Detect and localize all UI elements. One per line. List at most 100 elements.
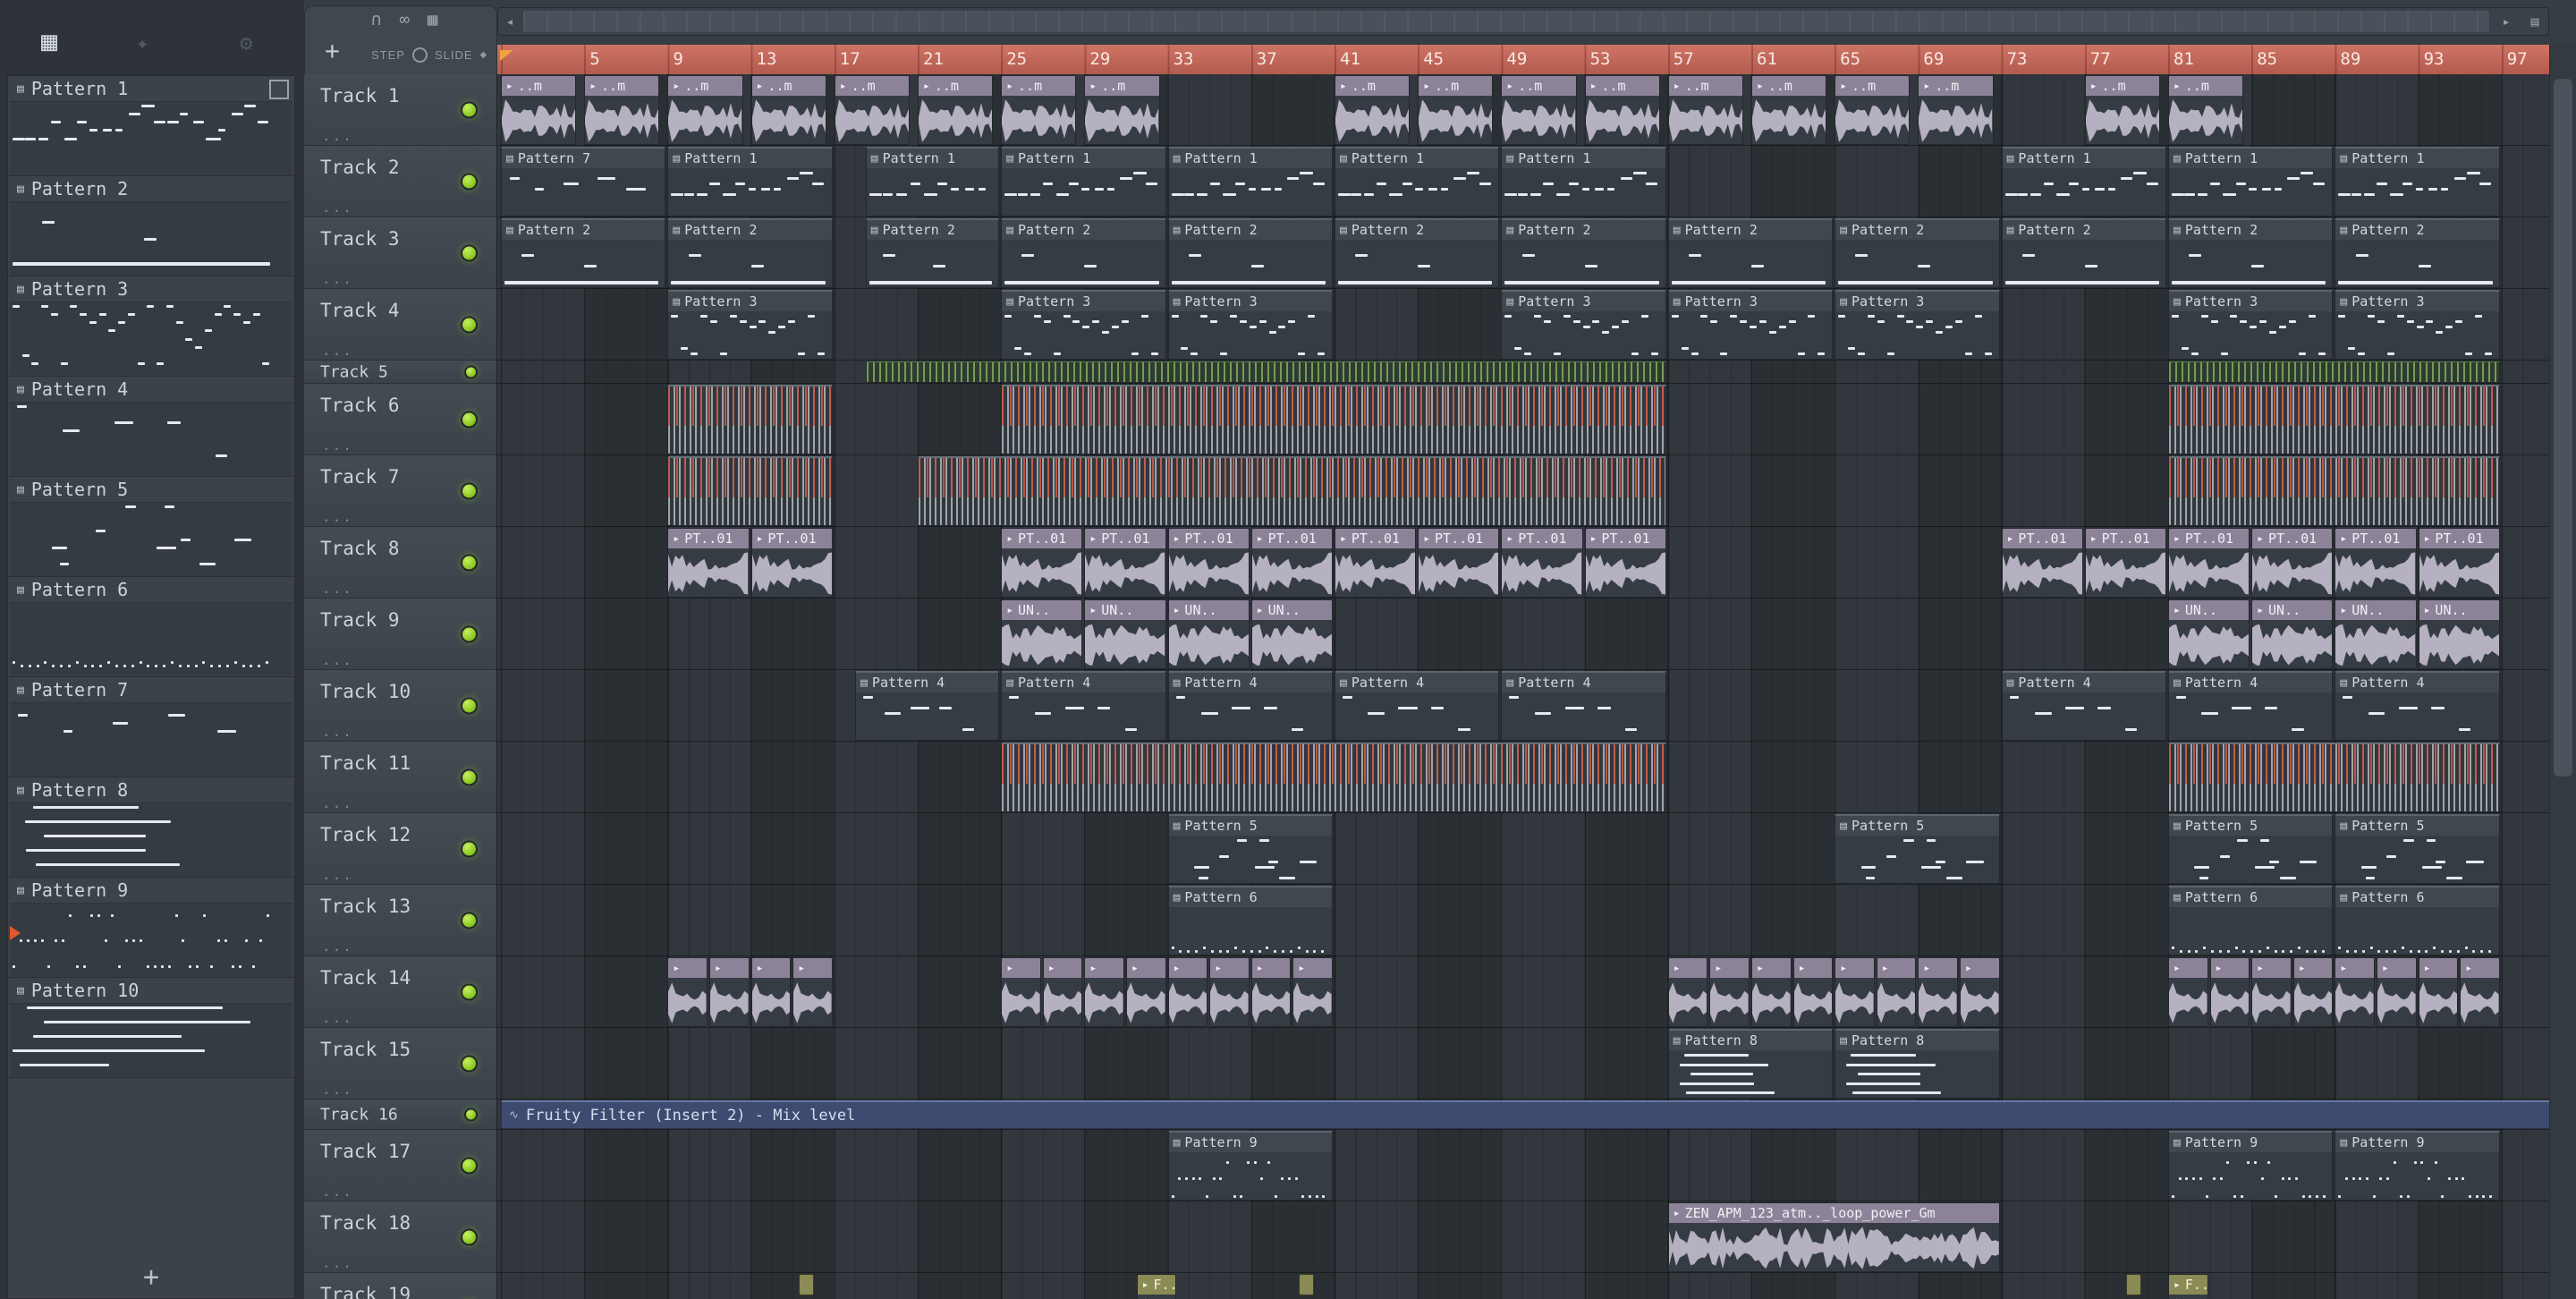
audio-clip[interactable]: ▸	[1126, 957, 1166, 1027]
automation-clip[interactable]: ∿ Fruity Filter (Insert 2) - Mix level	[501, 1100, 2549, 1129]
audio-clip[interactable]: ▸ PT..01	[1584, 528, 1666, 598]
pattern-item[interactable]: ▤ Pattern 10	[8, 978, 294, 1078]
pattern-options-badge[interactable]	[269, 80, 289, 99]
track-mute-led[interactable]	[461, 768, 478, 785]
pattern-clip[interactable]: ▤ Pattern 4	[1001, 671, 1166, 741]
audio-clip[interactable]: ▸ PT..01	[2001, 528, 2083, 598]
audio-clip[interactable]: ▸ ..m	[1084, 75, 1160, 145]
vertical-scrollbar[interactable]	[2549, 45, 2576, 1299]
pattern-clip[interactable]: ▤ Pattern 2	[501, 218, 666, 288]
green-note-strip[interactable]	[2168, 361, 2500, 383]
green-note-strip[interactable]	[865, 361, 1666, 383]
audio-clip[interactable]: ▸	[1751, 957, 1792, 1027]
pattern-clip[interactable]: ▤ Pattern 2	[865, 218, 1000, 288]
pattern-clip[interactable]: ▤ Pattern 1	[1335, 147, 1500, 216]
audio-clip[interactable]: ▸ PT..01	[1335, 528, 1417, 598]
track-mute-led[interactable]	[461, 840, 478, 857]
add-track-button[interactable]: +	[325, 38, 340, 64]
pattern-item[interactable]: ▤ Pattern 3	[8, 276, 294, 377]
pattern-clip[interactable]: ▤ Pattern 9	[2334, 1131, 2500, 1201]
audio-clip[interactable]: ▸	[2168, 957, 2208, 1027]
scroll-menu-icon[interactable]: ▤	[2523, 8, 2546, 35]
audio-clip[interactable]: ▸ PT..01	[1418, 528, 1500, 598]
pattern-clip[interactable]: ▤ Pattern 8	[1667, 1029, 1834, 1099]
pattern-item[interactable]: ▤ Pattern 4	[8, 377, 294, 477]
audio-clip[interactable]: ▸	[792, 957, 833, 1027]
dense-note-clip[interactable]	[2168, 385, 2500, 454]
track-mute-led[interactable]	[461, 173, 478, 190]
playlist-grid[interactable]: ▸ ..m ▸ ..m ▸ ..m ▸ ..m ▸ ..m ▸ ..m ▸ ..m ▸ ..m ▸ ..m ▸ ..m…	[497, 74, 2549, 1299]
dense-note-clip[interactable]	[2168, 456, 2500, 526]
pattern-clip[interactable]: ▤ Pattern 3	[2168, 290, 2334, 360]
track-header[interactable]: Track 1...	[304, 74, 496, 146]
track-header[interactable]: Track 11...	[304, 742, 496, 813]
track-header[interactable]: Track 12...	[304, 813, 496, 885]
track-header[interactable]: Track 6...	[304, 384, 496, 455]
mini-clip[interactable]	[799, 1274, 814, 1295]
audio-clip[interactable]: ▸	[1084, 957, 1124, 1027]
audio-clip[interactable]: ▸F..in	[2168, 1274, 2208, 1299]
pattern-clip[interactable]: ▤ Pattern 7	[501, 147, 666, 216]
audio-clip[interactable]: ▸ PT..01	[2168, 528, 2250, 598]
scroll-right-icon[interactable]: ▸	[2495, 8, 2518, 35]
track-mute-led[interactable]	[461, 1157, 478, 1174]
picker-panel-icon[interactable]: ▦	[428, 12, 437, 29]
track-header[interactable]: Track 18...	[304, 1201, 496, 1273]
track-mute-led[interactable]	[461, 1228, 478, 1245]
audio-clip[interactable]: ▸ ..m	[1584, 75, 1660, 145]
audio-clip[interactable]: ▸ ..m	[1667, 75, 1743, 145]
pattern-clip[interactable]: ▤ Pattern 3	[667, 290, 833, 360]
pattern-clip[interactable]: ▤ Pattern 2	[2334, 218, 2500, 288]
pattern-clip[interactable]: ▤ Pattern 4	[1501, 671, 1666, 741]
pattern-clip[interactable]: ▤ Pattern 1	[2334, 147, 2500, 216]
audio-clip[interactable]: ▸	[2460, 957, 2500, 1027]
dense-note-clip[interactable]	[918, 456, 1666, 526]
pattern-item[interactable]: ▤ Pattern 2	[8, 176, 294, 276]
track-mute-led[interactable]	[461, 697, 478, 714]
track-header[interactable]: Track 5	[304, 361, 496, 384]
audio-clip[interactable]: ▸ UN..	[1250, 599, 1333, 669]
audio-clip[interactable]: ▸ ..m	[1835, 75, 1911, 145]
audio-clip[interactable]: ▸	[1292, 957, 1333, 1027]
pattern-item[interactable]: ▤ Pattern 1	[8, 76, 294, 176]
track-mute-led[interactable]	[461, 554, 478, 571]
pattern-clip[interactable]: ▤ Pattern 1	[1501, 147, 1666, 216]
audio-clip[interactable]: ▸	[2334, 957, 2375, 1027]
track-mute-led[interactable]	[464, 365, 478, 378]
magnet-icon[interactable]: ∩	[371, 12, 381, 29]
dense-note-clip[interactable]	[2168, 743, 2500, 812]
track-mute-led[interactable]	[464, 1108, 478, 1121]
audio-clip[interactable]: ▸ PT..01	[2418, 528, 2500, 598]
track-header[interactable]: Track 4...	[304, 289, 496, 361]
track-mute-led[interactable]	[461, 983, 478, 1000]
pattern-clip[interactable]: ▤ Pattern 2	[1335, 218, 1500, 288]
add-pattern-button[interactable]: +	[8, 1261, 294, 1293]
dense-note-clip[interactable]	[667, 385, 833, 454]
pattern-clip[interactable]: ▤ Pattern 2	[1667, 218, 1834, 288]
audio-clip[interactable]: ▸	[1918, 957, 1958, 1027]
playhead-marker[interactable]	[500, 50, 513, 61]
slide-link-icon[interactable]: ∞	[399, 12, 409, 29]
audio-clip[interactable]: ▸ UN..	[2251, 599, 2334, 669]
audio-clip[interactable]: ▸ ..m	[1001, 75, 1077, 145]
dense-note-clip[interactable]	[1001, 385, 1666, 454]
pattern-clip[interactable]: ▤ Pattern 2	[2168, 218, 2334, 288]
audio-clip[interactable]: ▸ ..m	[1751, 75, 1827, 145]
audio-clip[interactable]: ▸ ..m	[501, 75, 577, 145]
pattern-item[interactable]: ▤ Pattern 7	[8, 677, 294, 777]
step-slide-toggle[interactable]	[411, 47, 428, 63]
audio-clip[interactable]: ▸ ..m	[2084, 75, 2160, 145]
pattern-clip[interactable]: ▤ Pattern 9	[2168, 1131, 2334, 1201]
pattern-item[interactable]: ▤ Pattern 9	[8, 878, 294, 978]
track-header[interactable]: Track 17...	[304, 1130, 496, 1201]
pattern-clip[interactable]: ▤ Pattern 1	[667, 147, 833, 216]
audio-clip[interactable]: ▸ ZEN_APM_123_atm.._loop_power_Gm	[1667, 1202, 2000, 1272]
track-header[interactable]: Track 14...	[304, 956, 496, 1028]
audio-clip[interactable]: ▸ PT..01	[667, 528, 750, 598]
pattern-clip[interactable]: ▤ Pattern 2	[2001, 218, 2166, 288]
pattern-clip[interactable]: ▤ Pattern 2	[1167, 218, 1333, 288]
pattern-clip[interactable]: ▤ Pattern 4	[1335, 671, 1500, 741]
audio-clip[interactable]: ▸ PT..01	[2084, 528, 2166, 598]
audio-clip[interactable]: ▸ ..m	[584, 75, 660, 145]
track-mute-led[interactable]	[461, 1055, 478, 1072]
